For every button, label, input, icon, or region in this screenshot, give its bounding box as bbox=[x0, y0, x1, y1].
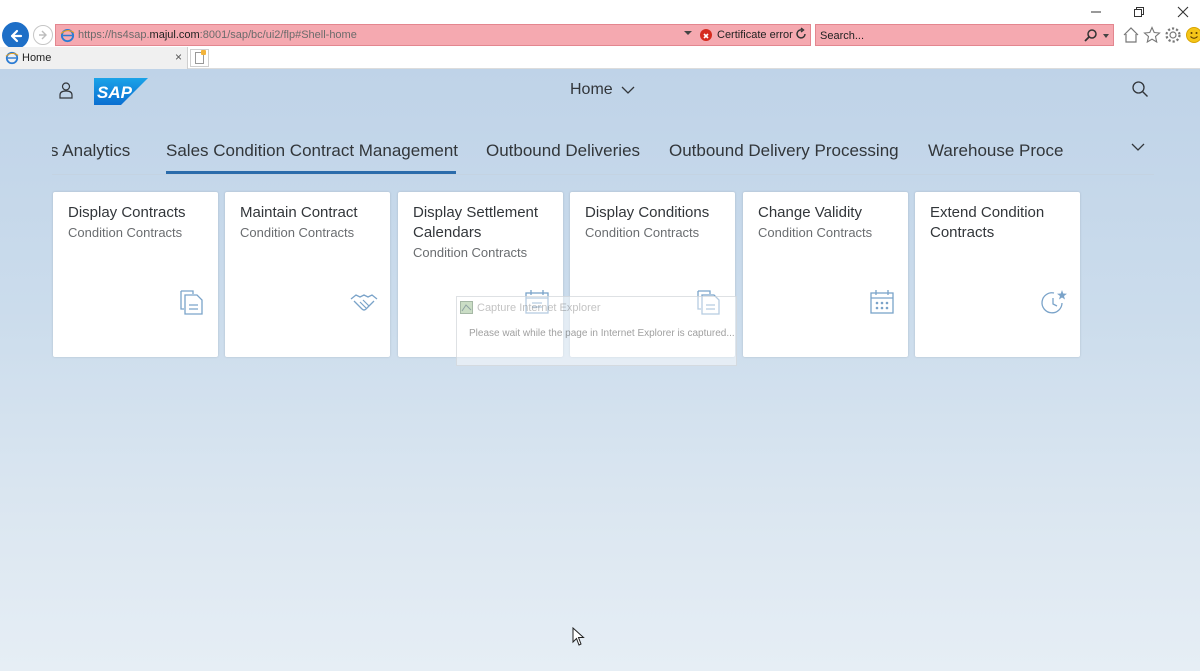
certificate-error-icon[interactable] bbox=[700, 29, 712, 41]
clock-star-icon bbox=[1041, 290, 1067, 314]
new-tab-button[interactable] bbox=[190, 49, 209, 67]
mouse-pointer-icon bbox=[572, 627, 585, 646]
minimize-button[interactable] bbox=[1084, 4, 1108, 20]
anchor-item-active[interactable]: Sales Condition Contract Management bbox=[166, 141, 458, 161]
anchor-item[interactable]: s Analytics bbox=[52, 141, 130, 161]
close-icon bbox=[1177, 6, 1189, 18]
user-icon[interactable] bbox=[57, 81, 75, 99]
page-title: Home bbox=[570, 81, 613, 98]
favorites-star-icon[interactable] bbox=[1143, 26, 1161, 44]
home-icon[interactable] bbox=[1122, 26, 1140, 44]
browser-tab-row: Home × bbox=[0, 47, 1200, 69]
minimize-icon bbox=[1091, 11, 1101, 13]
browser-tab-title: Home bbox=[22, 52, 52, 64]
tile-change-validity[interactable]: Change Validity Condition Contracts bbox=[743, 192, 908, 357]
chevron-down-icon bbox=[621, 86, 635, 94]
browser-toolbar: https://hs4sap.majul.com:8001/sap/bc/ui2… bbox=[0, 0, 1200, 49]
home-title-menu[interactable]: Home bbox=[570, 81, 635, 99]
fiori-launchpad: SAP Home s Analytics Sales Condition Con… bbox=[0, 69, 1200, 671]
refresh-icon[interactable] bbox=[794, 27, 808, 41]
browser-search-input[interactable] bbox=[820, 28, 1070, 43]
shell-bar: SAP Home bbox=[0, 69, 1200, 113]
anchor-item[interactable]: Outbound Deliveries bbox=[486, 141, 640, 161]
active-anchor-underline bbox=[166, 171, 456, 174]
address-dropdown-icon[interactable] bbox=[684, 31, 692, 35]
arrow-right-icon bbox=[39, 30, 47, 40]
anchor-item[interactable]: Warehouse Proce bbox=[928, 141, 1063, 161]
tile-extend-condition-contracts[interactable]: Extend Condition Contracts bbox=[915, 192, 1080, 357]
capture-dialog-message: Please wait while the page in Internet E… bbox=[469, 328, 735, 339]
close-tab-icon[interactable]: × bbox=[175, 50, 182, 64]
ie-page-icon bbox=[5, 51, 19, 65]
back-button[interactable] bbox=[2, 22, 29, 49]
tile-subtitle: Condition Contracts bbox=[413, 245, 528, 260]
search-icon[interactable] bbox=[1084, 28, 1098, 42]
new-tab-icon bbox=[195, 50, 206, 64]
document-icon bbox=[180, 290, 203, 315]
certificate-error-label[interactable]: Certificate error bbox=[717, 29, 793, 41]
anchor-item[interactable]: Outbound Delivery Processing bbox=[669, 141, 899, 161]
address-bar[interactable]: https://hs4sap.majul.com:8001/sap/bc/ui2… bbox=[55, 24, 811, 46]
tile-maintain-contract[interactable]: Maintain Contract Condition Contracts bbox=[225, 192, 390, 357]
url-text: https://hs4sap.majul.com:8001/sap/bc/ui2… bbox=[78, 29, 357, 41]
anchor-navigation-bar: s Analytics Sales Condition Contract Man… bbox=[52, 133, 1154, 175]
browser-tab-home[interactable]: Home × bbox=[0, 47, 188, 69]
tile-subtitle: Condition Contracts bbox=[240, 225, 355, 240]
forward-button[interactable] bbox=[33, 25, 53, 45]
tile-subtitle: Condition Contracts bbox=[68, 225, 183, 240]
search-icon[interactable] bbox=[1131, 80, 1149, 98]
restore-icon bbox=[1134, 7, 1144, 17]
smiley-feedback-icon[interactable] bbox=[1185, 26, 1200, 44]
tile-title: Display Settlement Calendars bbox=[413, 204, 539, 241]
tile-title: Display Contracts bbox=[68, 204, 186, 221]
tile-subtitle: Condition Contracts bbox=[585, 225, 700, 240]
tile-title: Display Conditions bbox=[585, 204, 710, 221]
handshake-icon bbox=[350, 294, 378, 311]
capture-dialog-title: Capture Internet Explorer bbox=[477, 302, 601, 314]
search-dropdown-icon[interactable] bbox=[1103, 34, 1109, 38]
tile-title: Maintain Contract bbox=[240, 204, 358, 221]
capture-progress-dialog: Capture Internet Explorer Please wait wh… bbox=[456, 296, 737, 366]
svg-text:SAP: SAP bbox=[97, 83, 133, 102]
tile-display-contracts[interactable]: Display Contracts Condition Contracts bbox=[53, 192, 218, 357]
chevron-down-icon[interactable] bbox=[1131, 142, 1145, 152]
tile-title: Extend Condition Contracts bbox=[930, 204, 1045, 241]
browser-search-box[interactable] bbox=[815, 24, 1114, 46]
tile-subtitle: Condition Contracts bbox=[758, 225, 873, 240]
capture-app-icon bbox=[460, 301, 473, 314]
ie-page-icon bbox=[60, 28, 75, 43]
gear-icon[interactable] bbox=[1164, 26, 1182, 44]
arrow-left-icon bbox=[10, 29, 22, 42]
calendar-icon bbox=[870, 290, 894, 314]
close-window-button[interactable] bbox=[1171, 4, 1195, 20]
tile-title: Change Validity bbox=[758, 204, 862, 221]
sap-logo[interactable]: SAP bbox=[94, 78, 148, 105]
restore-button[interactable] bbox=[1127, 4, 1151, 20]
